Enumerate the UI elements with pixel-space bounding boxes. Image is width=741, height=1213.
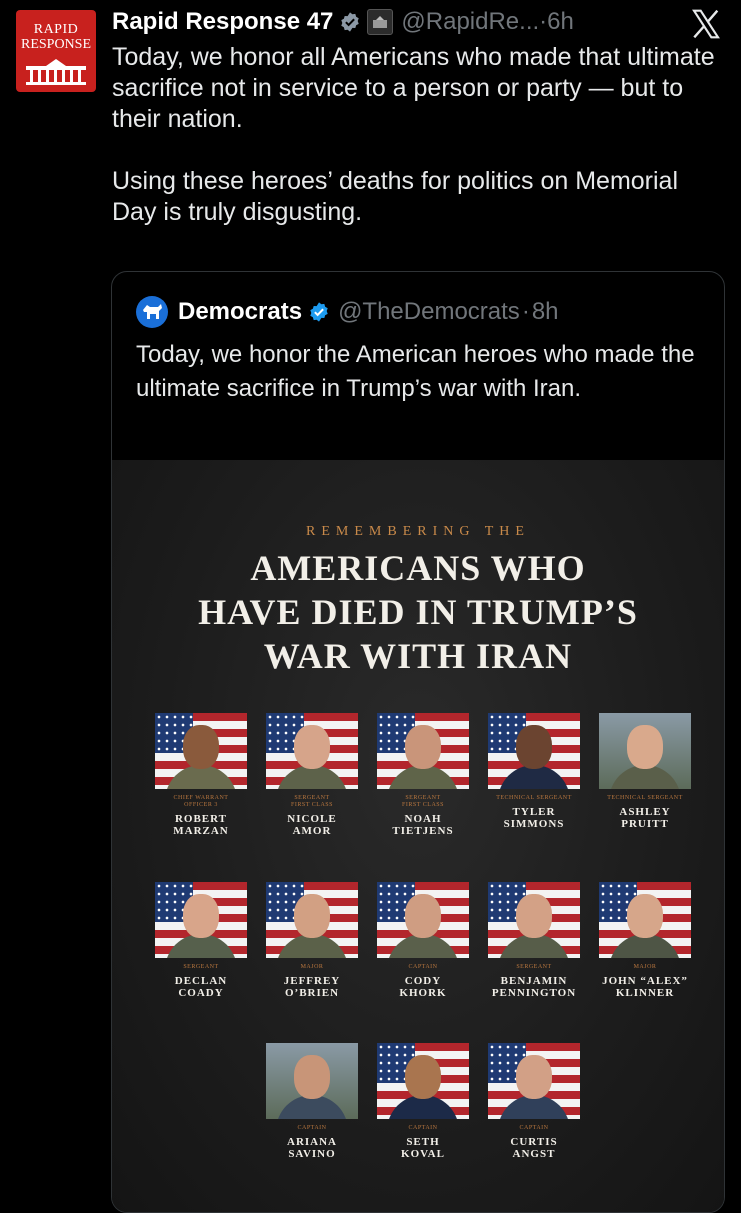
person-rank: MAJOR xyxy=(300,964,324,970)
portrait-photo xyxy=(488,1043,580,1119)
affiliate-badge-icon xyxy=(367,9,394,35)
person-rank: CHIEF WARRANT OFFICER 3 xyxy=(173,795,229,808)
avatar-line1: RAPID xyxy=(33,22,79,37)
memorial-person: CAPTAIN SETH KOVAL xyxy=(373,1043,473,1160)
memorial-person: TECHNICAL SERGEANT ASHLEY PRUITT xyxy=(595,713,695,830)
person-name: CODY KHORK xyxy=(399,975,447,999)
person-name: ASHLEY PRUITT xyxy=(619,806,671,830)
person-rank: TECHNICAL SERGEANT xyxy=(496,795,572,801)
memorial-person: CAPTAIN CODY KHORK xyxy=(373,882,473,999)
person-name: JOHN “ALEX” KLINNER xyxy=(602,975,688,999)
memorial-person: TECHNICAL SERGEANT TYLER SIMMONS xyxy=(484,713,584,830)
portrait-photo xyxy=(266,882,358,958)
person-name: BENJAMIN PENNINGTON xyxy=(491,975,577,999)
person-rank: CAPTAIN xyxy=(297,1125,327,1131)
person-rank: SERGEANT FIRST CLASS xyxy=(291,795,333,808)
quoted-timestamp[interactable]: 8h xyxy=(532,298,559,326)
memorial-person: SERGEANT FIRST CLASS NOAH TIETJENS xyxy=(373,713,473,837)
portrait-photo xyxy=(488,882,580,958)
separator: · xyxy=(521,298,530,325)
separator: · xyxy=(539,8,548,35)
memorial-person: CAPTAIN ARIANA SAVINO xyxy=(262,1043,362,1160)
quoted-header: Democrats @TheDemocrats · 8h xyxy=(136,296,559,328)
person-name: JEFFREY O’BRIEN xyxy=(283,975,341,999)
person-rank: SERGEANT xyxy=(516,964,552,970)
democrats-avatar[interactable] xyxy=(136,296,168,328)
graphic-kicker: REMEMBERING THE xyxy=(306,524,530,539)
person-name: NICOLE AMOR xyxy=(287,813,337,837)
portrait-photo xyxy=(377,713,469,789)
person-name: NOAH TIETJENS xyxy=(392,813,454,837)
quoted-tweet[interactable]: Democrats @TheDemocrats · 8h Today, we h… xyxy=(111,271,725,1213)
memorial-person: CAPTAIN CURTIS ANGST xyxy=(484,1043,584,1160)
avatar[interactable]: RAPID RESPONSE xyxy=(16,10,96,92)
memorial-person: CHIEF WARRANT OFFICER 3 ROBERT MARZAN xyxy=(151,713,251,837)
white-house-icon xyxy=(26,59,86,85)
graphic-headline: AMERICANS WHO HAVE DIED IN TRUMP’S WAR W… xyxy=(198,548,638,676)
avatar-line2: RESPONSE xyxy=(20,37,92,52)
author-name[interactable]: Rapid Response 47 xyxy=(112,8,333,36)
memorial-person: SERGEANT FIRST CLASS NICOLE AMOR xyxy=(262,713,362,837)
memorial-graphic[interactable]: REMEMBERING THE AMERICANS WHO HAVE DIED … xyxy=(112,460,724,1212)
person-rank: CAPTAIN xyxy=(519,1125,549,1131)
portrait-photo xyxy=(155,882,247,958)
person-rank: CAPTAIN xyxy=(408,1125,438,1131)
person-name: TYLER SIMMONS xyxy=(503,806,565,830)
person-name: SETH KOVAL xyxy=(401,1136,445,1160)
quoted-author-handle[interactable]: @TheDemocrats xyxy=(338,298,520,326)
person-rank: MAJOR xyxy=(633,964,657,970)
timestamp[interactable]: 6h xyxy=(547,8,574,36)
memorial-person: MAJOR JOHN “ALEX” KLINNER xyxy=(595,882,695,999)
quoted-author-name[interactable]: Democrats xyxy=(178,298,302,326)
person-name: CURTIS ANGST xyxy=(510,1136,558,1160)
person-name: ARIANA SAVINO xyxy=(287,1136,337,1160)
quoted-text: Today, we honor the American heroes who … xyxy=(136,341,695,402)
tweet-text: Today, we honor all Americans who made t… xyxy=(112,43,715,226)
person-rank: CAPTAIN xyxy=(408,964,438,970)
portrait-photo xyxy=(266,713,358,789)
person-name: ROBERT MARZAN xyxy=(173,813,229,837)
memorial-person: MAJOR JEFFREY O’BRIEN xyxy=(262,882,362,999)
person-name: DECLAN COADY xyxy=(174,975,228,999)
person-rank: TECHNICAL SERGEANT xyxy=(607,795,683,801)
white-house-mini-icon xyxy=(373,16,388,28)
portrait-photo xyxy=(266,1043,358,1119)
portrait-photo xyxy=(155,713,247,789)
verified-icon xyxy=(341,12,360,32)
author-handle[interactable]: @RapidRe... xyxy=(401,8,539,36)
memorial-person: SERGEANT DECLAN COADY xyxy=(151,882,251,999)
x-logo-icon[interactable] xyxy=(690,8,722,40)
portrait-photo xyxy=(488,713,580,789)
portrait-photo xyxy=(599,882,691,958)
memorial-person: SERGEANT BENJAMIN PENNINGTON xyxy=(484,882,584,999)
portrait-photo xyxy=(599,713,691,789)
portrait-photo xyxy=(377,882,469,958)
verified-icon xyxy=(310,302,328,322)
donkey-icon xyxy=(143,304,162,319)
person-rank: SERGEANT FIRST CLASS xyxy=(402,795,444,808)
person-rank: SERGEANT xyxy=(183,964,219,970)
portrait-photo xyxy=(377,1043,469,1119)
tweet-header: Rapid Response 47 @RapidRe... · 6h xyxy=(112,6,574,38)
